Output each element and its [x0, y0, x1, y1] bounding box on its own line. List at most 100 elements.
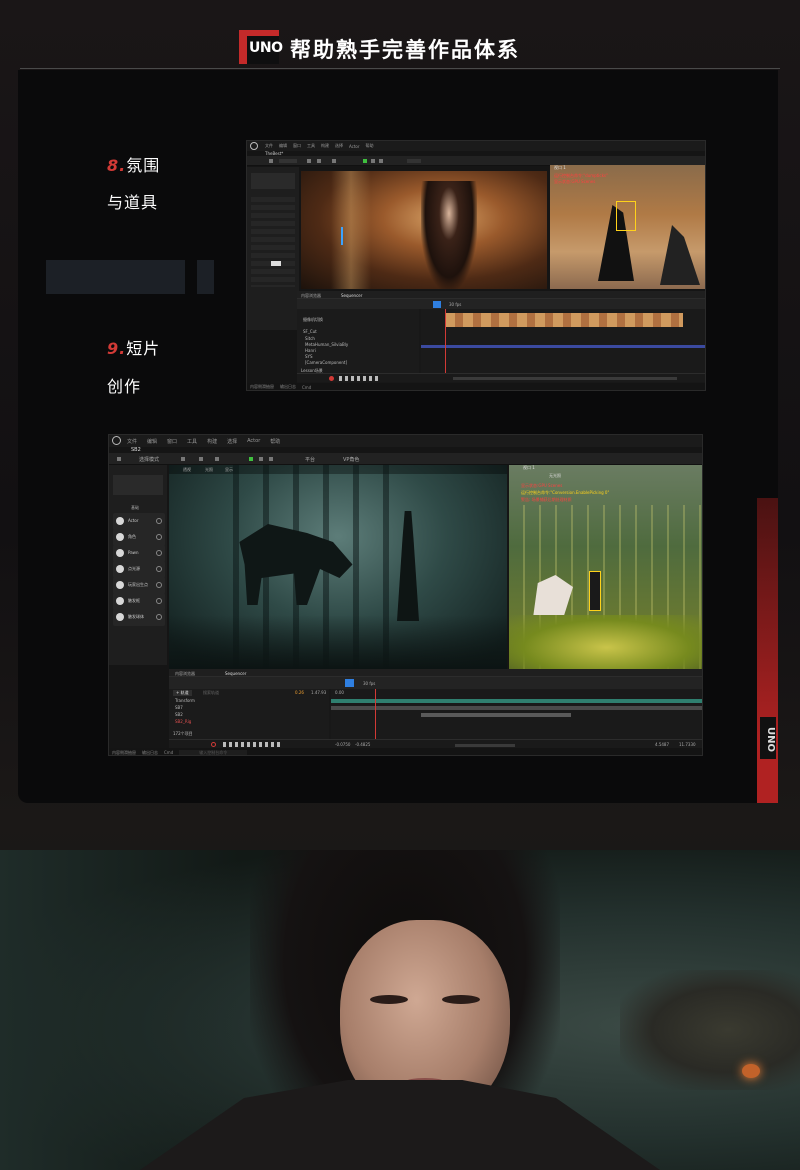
- menu-actor[interactable]: Actor: [349, 144, 360, 149]
- menu-edit[interactable]: 编辑: [147, 438, 157, 445]
- platforms-dropdown[interactable]: 平台: [305, 456, 315, 463]
- track-sb2[interactable]: SB2: [175, 712, 183, 717]
- section-bar-blue[interactable]: [421, 345, 705, 348]
- track-sb2-rig[interactable]: SB2_Rig: [175, 719, 191, 724]
- menu-help[interactable]: 帮助: [366, 143, 374, 149]
- snap-toggle-icon[interactable]: [345, 679, 354, 687]
- cmd-button[interactable]: Cmd: [302, 385, 311, 390]
- platforms-dropdown[interactable]: [407, 159, 421, 163]
- pause-icon[interactable]: [371, 159, 375, 163]
- place-item-trigger-sphere[interactable]: 触发球体: [113, 609, 165, 626]
- menu-help[interactable]: 帮助: [270, 438, 280, 445]
- camera-cut-thumbnails[interactable]: [445, 313, 683, 327]
- secondary-viewport[interactable]: 视口 1 运行控制台命令:"dumpticks" 显示状态:GPU Scenes: [550, 165, 705, 289]
- add-icon[interactable]: [181, 457, 185, 461]
- timeline-scrollbar[interactable]: [453, 377, 677, 380]
- playback-buttons[interactable]: [223, 742, 283, 747]
- gizmo-z-axis[interactable]: [341, 227, 343, 245]
- tab-sequencer[interactable]: Sequencer: [341, 293, 362, 298]
- place-item-player-start[interactable]: 玩家出生点: [113, 577, 165, 594]
- track-metahuman[interactable]: MetaHuman_SilviaBly: [305, 342, 348, 347]
- viewport-perspective[interactable]: 透视: [183, 467, 191, 473]
- menu-actor[interactable]: Actor: [247, 438, 260, 444]
- tab-sequencer[interactable]: Sequencer: [225, 671, 246, 676]
- mode-dropdown[interactable]: [279, 159, 297, 163]
- property-list: [251, 197, 295, 287]
- track-search-input[interactable]: 搜索轨道: [203, 690, 219, 696]
- selected-character[interactable]: [589, 571, 601, 611]
- place-item-character[interactable]: 角色: [113, 529, 165, 546]
- pause-icon[interactable]: [259, 457, 263, 461]
- add-icon[interactable]: [307, 159, 311, 163]
- fps-dropdown[interactable]: 30 fps: [363, 681, 375, 686]
- actor-icon: [116, 517, 124, 525]
- record-icon[interactable]: [329, 376, 334, 381]
- menu-window[interactable]: 窗口: [293, 143, 301, 149]
- track-camera-component[interactable]: [CameraComponent]: [305, 360, 347, 365]
- end-time[interactable]: 1.47.93: [311, 690, 326, 695]
- playhead[interactable]: [375, 689, 376, 739]
- track-sitch[interactable]: Sitch: [305, 336, 315, 341]
- place-item-trigger-box[interactable]: 触发框: [113, 593, 165, 610]
- sb2-section[interactable]: [421, 713, 571, 717]
- menu-window[interactable]: 窗口: [167, 438, 177, 445]
- output-log-button[interactable]: 输出日志: [280, 384, 296, 390]
- add-track-button[interactable]: + 轨道: [173, 690, 192, 696]
- vp-dropdown[interactable]: VP角色: [343, 456, 359, 463]
- snap-toggle-icon[interactable]: [433, 301, 441, 308]
- secondary-viewport[interactable]: 视口 1 无光照 显示状态:GPU Scenes 运行控制台命令:"Conver…: [509, 465, 702, 669]
- stop-icon[interactable]: [269, 457, 273, 461]
- menu-edit[interactable]: 编辑: [279, 143, 287, 149]
- play-icon[interactable]: [249, 457, 253, 461]
- track-sf-cut[interactable]: SF_Cut: [303, 329, 317, 334]
- content-drawer-button[interactable]: 内容侧滑抽屉: [112, 750, 136, 756]
- console-input[interactable]: 输入控制台命令: [179, 749, 248, 755]
- menu-build[interactable]: 构建: [207, 438, 217, 445]
- playback-buttons[interactable]: [339, 376, 379, 381]
- place-mode-icons[interactable]: [113, 475, 163, 495]
- place-item-actor[interactable]: Actor: [113, 513, 165, 530]
- play-icon[interactable]: [363, 159, 367, 163]
- save-icon[interactable]: [269, 159, 273, 163]
- main-viewport[interactable]: 透视 光照 显示: [169, 465, 507, 669]
- sb7-section[interactable]: [331, 706, 702, 710]
- stop-icon[interactable]: [379, 159, 383, 163]
- fps-dropdown[interactable]: 30 fps: [449, 302, 461, 307]
- timeline-area[interactable]: [421, 309, 705, 373]
- cinematics-icon[interactable]: [332, 159, 336, 163]
- transform-section[interactable]: [331, 699, 702, 703]
- main-viewport[interactable]: [301, 171, 547, 289]
- menu-build[interactable]: 构建: [321, 143, 329, 149]
- unlit-mode[interactable]: 无光照: [549, 473, 561, 479]
- mode-dropdown[interactable]: 选择模式: [139, 456, 159, 463]
- record-icon[interactable]: [211, 742, 216, 747]
- blueprint-icon[interactable]: [317, 159, 321, 163]
- menu-select[interactable]: 选择: [227, 438, 237, 445]
- place-item-pawn[interactable]: Pawn: [113, 545, 165, 562]
- menu-file[interactable]: 文件: [127, 438, 137, 445]
- cmd-button[interactable]: Cmd: [164, 750, 173, 755]
- track-sys[interactable]: SYS: [305, 354, 313, 359]
- cinematics-icon[interactable]: [215, 457, 219, 461]
- ground-fog: [169, 615, 507, 669]
- save-icon[interactable]: [117, 457, 121, 461]
- playhead[interactable]: [445, 309, 446, 373]
- timeline-scrollbar[interactable]: [455, 744, 515, 747]
- menu-tools[interactable]: 工具: [187, 438, 197, 445]
- color-swatch[interactable]: [271, 261, 281, 266]
- output-log-button[interactable]: 输出日志: [142, 750, 158, 756]
- blueprint-icon[interactable]: [199, 457, 203, 461]
- track-camera-cut[interactable]: 摄像机切换: [303, 317, 323, 323]
- timecode-2: -0.4825: [355, 742, 371, 747]
- timeline-area[interactable]: 0.00: [331, 689, 702, 739]
- menu-tools[interactable]: 工具: [307, 143, 315, 149]
- content-drawer-button[interactable]: 内容侧滑抽屉: [250, 384, 274, 390]
- place-mode-icons[interactable]: [251, 173, 295, 189]
- current-time[interactable]: 0.26: [295, 690, 304, 695]
- track-sb7[interactable]: SB7: [175, 705, 183, 710]
- place-item-point-light[interactable]: 点光源: [113, 561, 165, 578]
- track-transform[interactable]: Transform: [175, 698, 195, 703]
- track-hanri[interactable]: Hanri: [305, 348, 316, 353]
- menu-select[interactable]: 选择: [335, 143, 343, 149]
- menu-file[interactable]: 文件: [265, 143, 273, 149]
